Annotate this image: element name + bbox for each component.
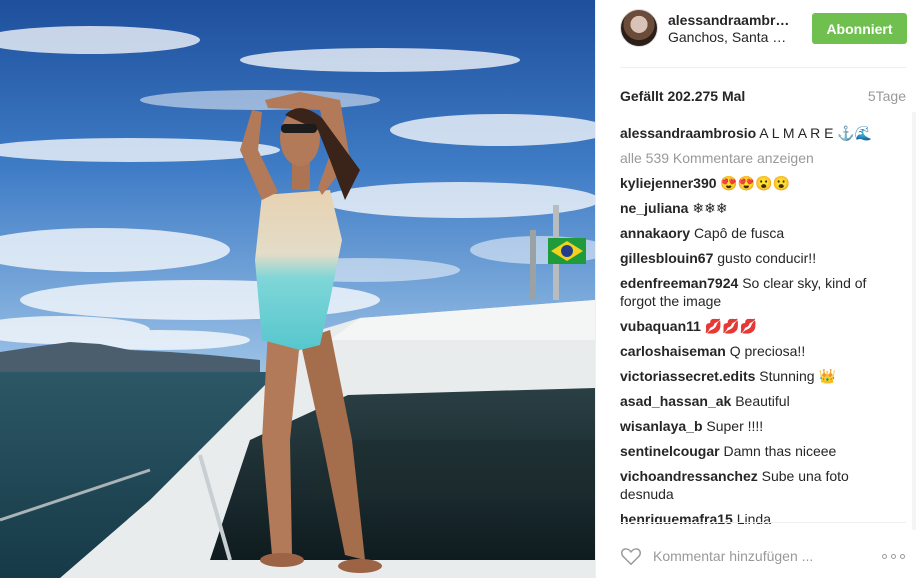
comments-list: alessandraambrosio A L M A R E ⚓🌊 alle 5… bbox=[620, 124, 902, 524]
header-divider bbox=[620, 67, 906, 68]
comment-username[interactable]: sentinelcougar bbox=[620, 443, 720, 459]
comment-text: ❄❄❄ bbox=[692, 200, 728, 216]
comment-text: Q preciosa!! bbox=[729, 343, 806, 359]
comment-item: carloshaiseman Q preciosa!! bbox=[620, 342, 902, 360]
add-comment-input[interactable] bbox=[653, 547, 853, 565]
comment-username[interactable]: kyliejenner390 bbox=[620, 175, 717, 191]
instagram-post-view: alessandraambrosio Ganchos, Santa Catari… bbox=[0, 0, 916, 578]
comment-text: Beautiful bbox=[735, 393, 790, 409]
comment-username[interactable]: alessandraambrosio bbox=[620, 125, 756, 141]
comment-item: vubaquan11 💋💋💋 bbox=[620, 317, 902, 335]
more-options-icon[interactable] bbox=[882, 554, 906, 560]
comment-text: Stunning 👑 bbox=[759, 368, 836, 384]
comment-item: wisanlaya_b Super !!!! bbox=[620, 417, 902, 435]
comment-item: kyliejenner390 😍😍😮😮 bbox=[620, 174, 902, 192]
comment-text: 💋💋💋 bbox=[704, 318, 758, 334]
comments-scrollbar[interactable] bbox=[912, 112, 916, 530]
comment-text: Capô de fusca bbox=[693, 225, 785, 241]
comment-username[interactable]: annakaory bbox=[620, 225, 690, 241]
post-header: alessandraambrosio Ganchos, Santa Catari… bbox=[596, 0, 916, 66]
comment-username[interactable]: asad_hassan_ak bbox=[620, 393, 731, 409]
comment-text: 😍😍😮😮 bbox=[720, 175, 791, 191]
post-photo[interactable] bbox=[0, 0, 595, 578]
comment-item: annakaory Capô de fusca bbox=[620, 224, 902, 242]
comment-text: gusto conducir!! bbox=[717, 250, 817, 266]
comment-text: Damn thas niceee bbox=[723, 443, 837, 459]
comment-item: vichoandressanchez Sube una foto desnuda bbox=[620, 467, 902, 503]
view-all-comments-link[interactable]: alle 539 Kommentare anzeigen bbox=[620, 149, 902, 167]
likes-count[interactable]: Gefällt 202.275 Mal bbox=[620, 88, 745, 104]
comment-item: gillesblouin67 gusto conducir!! bbox=[620, 249, 902, 267]
comment-username[interactable]: vubaquan11 bbox=[620, 318, 701, 334]
comment-username[interactable]: gillesblouin67 bbox=[620, 250, 713, 266]
comment-username[interactable]: edenfreeman7924 bbox=[620, 275, 738, 291]
comment-username[interactable]: vichoandressanchez bbox=[620, 468, 758, 484]
comment-footer bbox=[620, 522, 906, 579]
comment-item: victoriassecret.edits Stunning 👑 bbox=[620, 367, 902, 385]
comment-item: asad_hassan_ak Beautiful bbox=[620, 392, 902, 410]
post-location[interactable]: Ganchos, Santa Catarina bbox=[668, 29, 790, 45]
post-side-panel: alessandraambrosio Ganchos, Santa Catari… bbox=[595, 0, 916, 578]
avatar[interactable] bbox=[620, 9, 658, 47]
comment-username[interactable]: victoriassecret.edits bbox=[620, 368, 755, 384]
comment-item: sentinelcougar Damn thas niceee bbox=[620, 442, 902, 460]
post-photo-image bbox=[0, 0, 595, 578]
post-author-username[interactable]: alessandraambrosio bbox=[668, 12, 790, 28]
comment-text: A L M A R E ⚓🌊 bbox=[759, 125, 873, 141]
heart-outline-icon[interactable] bbox=[620, 545, 642, 567]
follow-button[interactable]: Abonniert bbox=[812, 13, 907, 44]
post-age[interactable]: 5Tage bbox=[868, 88, 906, 104]
comment-username[interactable]: carloshaiseman bbox=[620, 343, 726, 359]
comment-item: edenfreeman7924 So clear sky, kind of fo… bbox=[620, 274, 902, 310]
comment-username[interactable]: wisanlaya_b bbox=[620, 418, 703, 434]
comment-username[interactable]: ne_juliana bbox=[620, 200, 688, 216]
caption: alessandraambrosio A L M A R E ⚓🌊 bbox=[620, 124, 902, 142]
comment-item: ne_juliana ❄❄❄ bbox=[620, 199, 902, 217]
comment-text: Super !!!! bbox=[706, 418, 764, 434]
